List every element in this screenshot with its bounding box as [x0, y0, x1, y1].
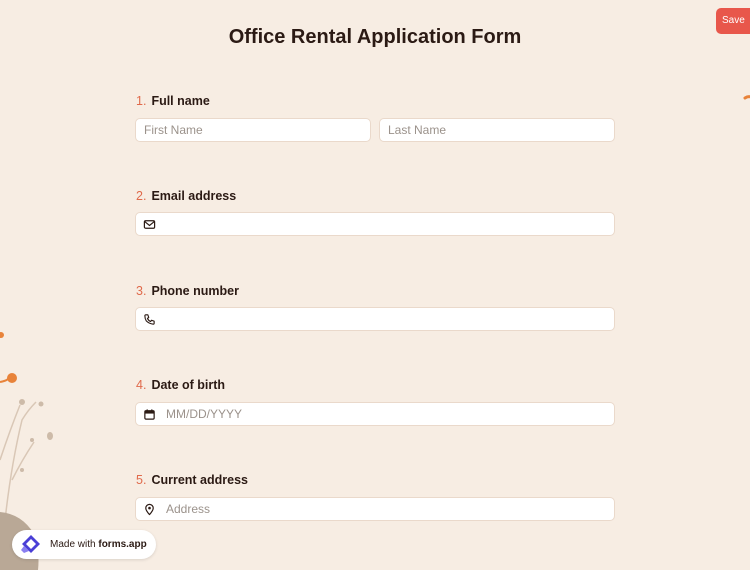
- floral-decoration: [0, 95, 750, 570]
- envelope-icon: [143, 220, 156, 229]
- question-label: Email address: [151, 189, 237, 203]
- question-number: 3.: [136, 284, 147, 298]
- question-phone: 3. Phone number: [136, 284, 239, 298]
- last-name-field[interactable]: [379, 118, 615, 142]
- email-input[interactable]: [136, 213, 614, 235]
- question-email: 2. Email address: [136, 189, 236, 203]
- question-date-of-birth: 4. Date of birth: [136, 378, 225, 392]
- save-button[interactable]: Save: [716, 8, 750, 34]
- question-label: Phone number: [151, 284, 239, 298]
- date-of-birth-input[interactable]: [136, 403, 614, 425]
- calendar-icon: [144, 409, 155, 420]
- address-field[interactable]: [135, 497, 615, 521]
- date-of-birth-field[interactable]: [135, 402, 615, 426]
- question-label: Current address: [151, 473, 248, 487]
- badge-text: Made with forms.app: [50, 539, 147, 550]
- badge-prefix: Made with: [50, 539, 96, 550]
- first-name-input[interactable]: [136, 119, 370, 141]
- forms-app-logo-icon: [21, 535, 40, 553]
- question-current-address: 5. Current address: [136, 473, 248, 487]
- question-number: 5.: [136, 473, 147, 487]
- email-field[interactable]: [135, 212, 615, 236]
- question-number: 2.: [136, 189, 147, 203]
- form-title: Office Rental Application Form: [228, 26, 522, 48]
- address-input[interactable]: [136, 498, 614, 520]
- question-full-name: 1. Full name: [136, 94, 210, 108]
- question-label: Full name: [151, 94, 210, 108]
- question-number: 1.: [136, 94, 147, 108]
- question-number: 4.: [136, 378, 147, 392]
- last-name-input[interactable]: [380, 119, 614, 141]
- phone-icon: [144, 314, 155, 325]
- made-with-badge[interactable]: Made with forms.app: [12, 530, 156, 559]
- phone-field[interactable]: [135, 307, 615, 331]
- phone-input[interactable]: [136, 308, 614, 330]
- location-pin-icon: [145, 503, 154, 516]
- question-label: Date of birth: [151, 378, 226, 392]
- badge-brand: forms.app: [98, 539, 147, 550]
- first-name-field[interactable]: [135, 118, 371, 142]
